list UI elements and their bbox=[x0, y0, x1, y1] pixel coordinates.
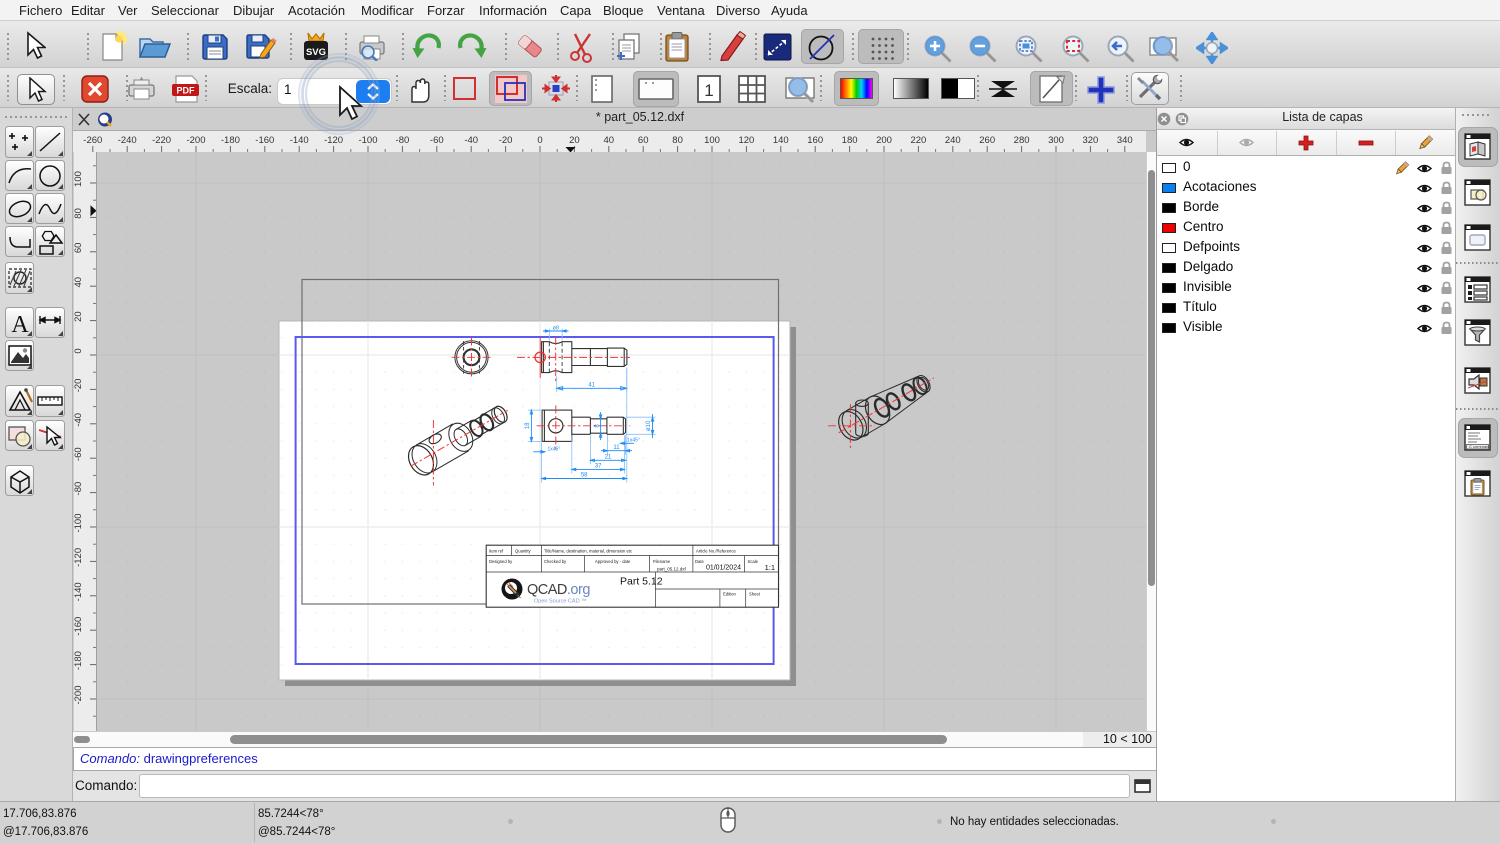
svg-text:-200: -200 bbox=[186, 135, 205, 146]
svg-text:-200: -200 bbox=[73, 685, 84, 704]
svg-text:01/01/2024: 01/01/2024 bbox=[706, 565, 741, 572]
svg-text:180: 180 bbox=[842, 135, 858, 146]
svg-text:Scale: Scale bbox=[748, 559, 759, 564]
svg-text:160: 160 bbox=[807, 135, 823, 146]
svg-text:0: 0 bbox=[537, 135, 542, 146]
svg-text:Sheet: Sheet bbox=[749, 592, 761, 597]
svg-text:58: 58 bbox=[581, 473, 588, 479]
svg-text:Filename: Filename bbox=[653, 559, 671, 564]
svg-text:Article No./Reference: Article No./Reference bbox=[696, 549, 736, 554]
svg-text:280: 280 bbox=[1014, 135, 1030, 146]
svg-text:100: 100 bbox=[704, 135, 720, 146]
svg-text:320: 320 bbox=[1082, 135, 1098, 146]
svg-text:1: 1 bbox=[704, 81, 713, 100]
svg-text:220: 220 bbox=[910, 135, 926, 146]
svg-text:60: 60 bbox=[73, 243, 84, 254]
svg-text:-180: -180 bbox=[221, 135, 240, 146]
svg-text:C command: C command bbox=[1469, 444, 1491, 449]
svg-text:80: 80 bbox=[73, 208, 84, 219]
svg-text:ø8: ø8 bbox=[552, 326, 558, 332]
svg-text:ø10: ø10 bbox=[646, 420, 652, 431]
svg-text:100: 100 bbox=[73, 171, 84, 187]
svg-text:200: 200 bbox=[876, 135, 892, 146]
svg-text:40: 40 bbox=[604, 135, 615, 146]
svg-text:-60: -60 bbox=[73, 447, 84, 461]
svg-text:Approved by - date: Approved by - date bbox=[595, 559, 631, 564]
svg-text:A: A bbox=[11, 312, 29, 338]
svg-text:60: 60 bbox=[638, 135, 649, 146]
svg-text:PDF: PDF bbox=[177, 86, 196, 96]
svg-text:-80: -80 bbox=[73, 482, 84, 496]
svg-text:-100: -100 bbox=[73, 513, 84, 532]
svg-text:-120: -120 bbox=[73, 548, 84, 567]
svg-text:QCAD.org: QCAD.org bbox=[527, 582, 590, 598]
svg-text:-260: -260 bbox=[83, 135, 102, 146]
svg-text:-160: -160 bbox=[73, 617, 84, 636]
svg-text:Designed by: Designed by bbox=[489, 559, 513, 564]
svg-text:-160: -160 bbox=[255, 135, 274, 146]
svg-text:-80: -80 bbox=[396, 135, 410, 146]
svg-text:240: 240 bbox=[945, 135, 961, 146]
svg-text:20: 20 bbox=[73, 311, 84, 322]
svg-text:Quantity: Quantity bbox=[515, 549, 532, 554]
svg-text:120: 120 bbox=[73, 152, 84, 153]
svg-text:18: 18 bbox=[525, 422, 531, 429]
svg-text:-240: -240 bbox=[118, 135, 137, 146]
svg-text:120: 120 bbox=[738, 135, 754, 146]
svg-text:260: 260 bbox=[979, 135, 995, 146]
svg-text:Open Source CAD ™: Open Source CAD ™ bbox=[534, 599, 587, 605]
svg-text:-220: -220 bbox=[152, 135, 171, 146]
svg-text:Part 5.12: Part 5.12 bbox=[620, 576, 663, 588]
svg-text:part_05.12.dxf: part_05.12.dxf bbox=[657, 567, 687, 572]
svg-text:40: 40 bbox=[73, 277, 84, 288]
svg-text:20: 20 bbox=[569, 135, 580, 146]
svg-text:-140: -140 bbox=[73, 582, 84, 601]
svg-text:-60: -60 bbox=[430, 135, 444, 146]
svg-text:21: 21 bbox=[605, 454, 612, 460]
svg-text:-40: -40 bbox=[73, 413, 84, 427]
svg-text:-40: -40 bbox=[464, 135, 478, 146]
svg-text:1:1: 1:1 bbox=[765, 563, 775, 572]
svg-text:37: 37 bbox=[595, 464, 602, 470]
svg-text:Date: Date bbox=[695, 559, 705, 564]
svg-text:0: 0 bbox=[73, 348, 84, 353]
svg-text:Edition: Edition bbox=[723, 592, 736, 597]
svg-text:80: 80 bbox=[672, 135, 683, 146]
svg-text:-20: -20 bbox=[73, 379, 84, 393]
svg-text:Title/Name, destination, mater: Title/Name, destination, material, dimen… bbox=[544, 549, 632, 554]
svg-text:-20: -20 bbox=[499, 135, 513, 146]
svg-text:11: 11 bbox=[613, 445, 620, 451]
svg-text:300: 300 bbox=[1048, 135, 1064, 146]
svg-text:140: 140 bbox=[773, 135, 789, 146]
svg-text:340: 340 bbox=[1117, 135, 1133, 146]
svg-text:1x45°: 1x45° bbox=[548, 446, 561, 452]
svg-text:Checked by: Checked by bbox=[544, 559, 567, 564]
svg-text:41: 41 bbox=[588, 383, 595, 389]
svg-text:1x45°: 1x45° bbox=[627, 438, 640, 444]
svg-text:-180: -180 bbox=[73, 651, 84, 670]
svg-text:Item ref: Item ref bbox=[489, 549, 504, 554]
